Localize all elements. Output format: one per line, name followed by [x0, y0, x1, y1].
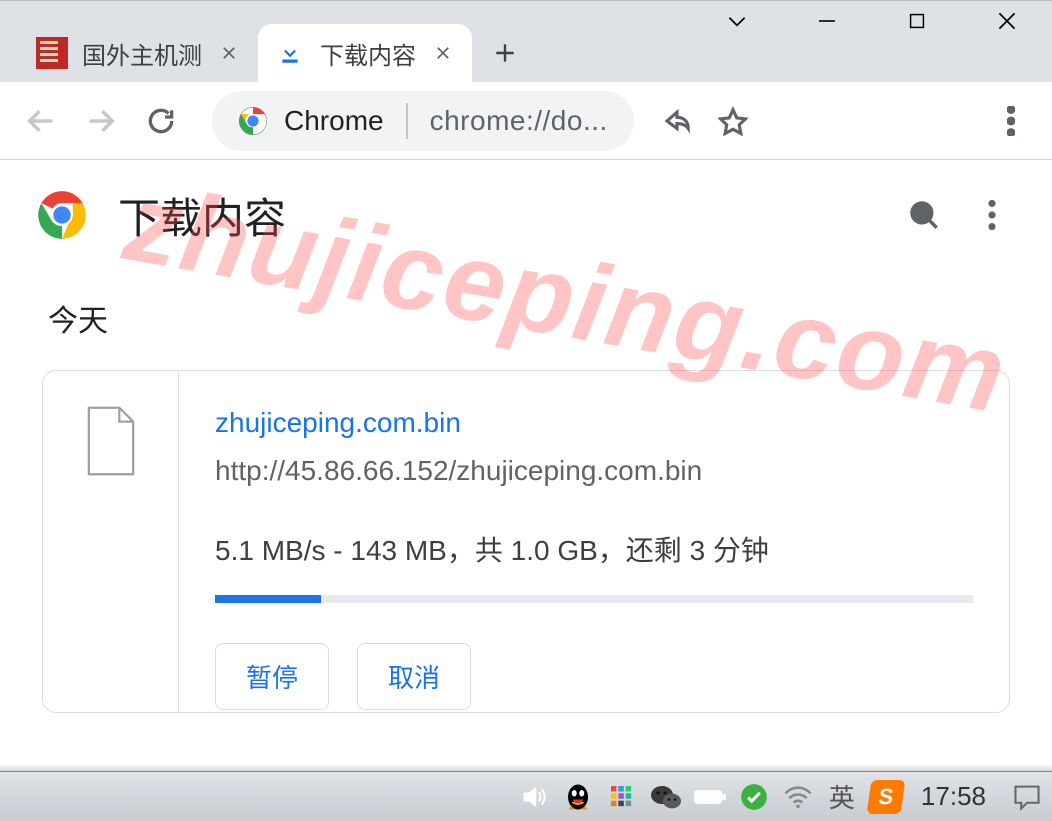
tab-active-downloads[interactable]: 下载内容 [258, 24, 472, 82]
omnibox-url: chrome://do... [430, 105, 608, 137]
windows-taskbar: 英 S 17:58 [0, 771, 1052, 821]
section-today-label: 今天 [0, 270, 1052, 370]
taskbar-clock[interactable]: 17:58 [921, 781, 986, 812]
sogou-ime-icon[interactable]: S [867, 778, 905, 816]
download-progress-bar [215, 595, 973, 603]
tab-title: 下载内容 [320, 36, 416, 71]
address-bar[interactable]: Chrome chrome://do... [212, 91, 634, 151]
download-filename-link[interactable]: zhujiceping.com.bin [215, 407, 461, 439]
window-dropdown-button[interactable] [692, 0, 782, 42]
downloads-page: 下载内容 今天 zhujiceping.com.bin http://45.86… [0, 160, 1052, 713]
page-title: 下载内容 [118, 185, 880, 246]
window-close-button[interactable] [962, 0, 1052, 42]
window-maximize-button[interactable] [872, 0, 962, 42]
page-header: 下载内容 [0, 160, 1052, 270]
chrome-icon [36, 189, 88, 241]
tab-close-button[interactable] [430, 40, 456, 66]
check-circle-icon[interactable] [735, 778, 773, 816]
battery-icon[interactable] [691, 778, 729, 816]
omnibox-scheme-label: Chrome [284, 105, 384, 137]
bookmark-button[interactable] [706, 94, 760, 148]
app-grid-icon[interactable] [603, 778, 641, 816]
reload-button[interactable] [134, 94, 188, 148]
download-progress-fill [215, 595, 321, 603]
window-minimize-button[interactable] [782, 0, 872, 42]
ime-indicator[interactable]: 英 [823, 778, 861, 816]
action-center-icon[interactable] [1008, 778, 1046, 816]
tab-inactive[interactable]: 国外主机测 [20, 24, 258, 82]
wechat-icon[interactable] [647, 778, 685, 816]
back-button[interactable] [14, 94, 68, 148]
wifi-icon[interactable] [779, 778, 817, 816]
cancel-button[interactable]: 取消 [357, 643, 471, 710]
downloads-menu-button[interactable] [968, 191, 1016, 239]
volume-icon[interactable] [515, 778, 553, 816]
download-item: zhujiceping.com.bin http://45.86.66.152/… [42, 370, 1010, 713]
favicon-site-icon [36, 37, 68, 69]
new-tab-button[interactable] [480, 28, 530, 78]
search-downloads-button[interactable] [900, 191, 948, 239]
window-controls [692, 0, 1052, 42]
download-source-url: http://45.86.66.152/zhujiceping.com.bin [215, 455, 973, 487]
tab-title: 国外主机测 [82, 36, 202, 71]
omnibox-separator [406, 103, 408, 139]
download-status-text: 5.1 MB/s - 143 MB，共 1.0 GB，还剩 3 分钟 [215, 529, 973, 569]
tab-close-button[interactable] [216, 40, 242, 66]
download-file-thumb [43, 371, 179, 712]
file-icon [82, 405, 140, 712]
browser-menu-button[interactable] [984, 94, 1038, 148]
qq-icon[interactable] [559, 778, 597, 816]
share-button[interactable] [650, 94, 704, 148]
chrome-icon [238, 106, 268, 136]
browser-toolbar: Chrome chrome://do... [0, 82, 1052, 160]
forward-button[interactable] [74, 94, 128, 148]
download-icon [274, 37, 306, 69]
pause-button[interactable]: 暂停 [215, 643, 329, 710]
